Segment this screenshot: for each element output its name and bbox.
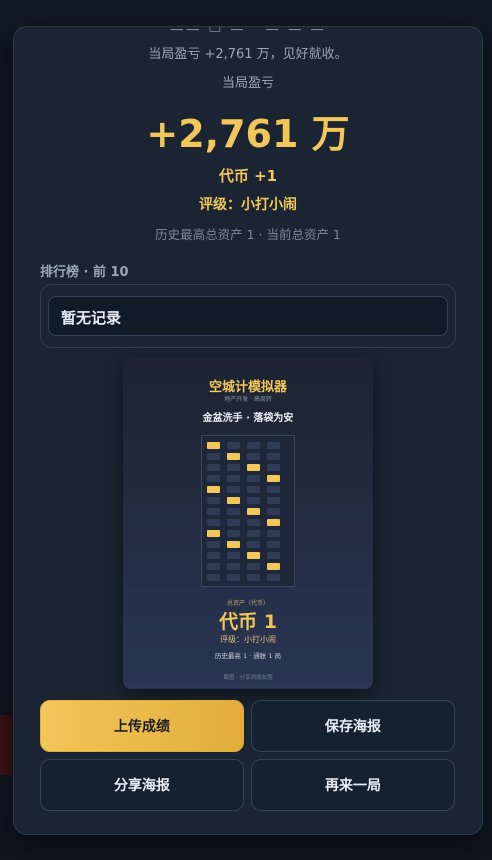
poster-grid-cell xyxy=(267,464,280,471)
background-red-strip xyxy=(0,715,12,775)
poster-grid-cell xyxy=(227,530,240,537)
poster-grid-cell xyxy=(227,541,240,548)
poster-title: 空城计模拟器 xyxy=(208,380,287,395)
grade-text: 评级：小打小闹 xyxy=(199,197,297,213)
poster-grid-cell xyxy=(267,453,280,460)
poster-grid-cell xyxy=(247,530,260,537)
leaderboard-title: 排行榜 · 前 10 xyxy=(40,265,129,280)
poster-grid-cell xyxy=(227,574,240,581)
poster-grid-cell xyxy=(227,486,240,493)
leaderboard-empty-text: 暂无记录 xyxy=(61,309,122,327)
poster-grid-cell xyxy=(267,519,280,526)
result-subtitle: 当局盈亏 +2,761 万，见好就收。 xyxy=(148,47,348,62)
leaderboard-panel: 暂无记录 xyxy=(40,284,456,348)
poster-grid-cell xyxy=(207,442,220,449)
poster-grid-cell xyxy=(267,508,280,515)
poster-grid-cell xyxy=(207,574,220,581)
poster-grid-cell xyxy=(267,574,280,581)
poster-grid-cell xyxy=(207,497,220,504)
poster-grid-cell xyxy=(247,541,260,548)
poster-grid-cell xyxy=(247,453,260,460)
poster-grid-cell xyxy=(207,475,220,482)
poster-grid-cell xyxy=(227,442,240,449)
play-again-button[interactable]: 再来一局 xyxy=(251,759,455,811)
asset-history: 历史最高总资产 1 · 当前总资产 1 xyxy=(155,227,341,242)
poster-slogan: 金盆洗手 · 落袋为安 xyxy=(202,413,294,424)
poster-grid-cell xyxy=(227,475,240,482)
poster-grid-cell xyxy=(207,486,220,493)
save-poster-button[interactable]: 保存海报 xyxy=(251,700,455,752)
poster-grid-cell xyxy=(207,552,220,559)
pnl-label: 当局盈亏 xyxy=(221,76,274,91)
leaderboard-empty-row: 暂无记录 xyxy=(48,296,448,336)
poster-grid-cell xyxy=(227,508,240,515)
poster-history: 历史最高 1 · 通胀 1 局 xyxy=(214,652,282,660)
poster-grid-cell xyxy=(207,464,220,471)
result-modal: 三三 □ 三 · 三 三 三 当局盈亏 +2,761 万，见好就收。 当局盈亏 … xyxy=(13,26,483,835)
poster-grid-cell xyxy=(247,563,260,570)
poster-grid-cell xyxy=(247,519,260,526)
poster-grid-cell xyxy=(267,530,280,537)
share-poster-button[interactable]: 分享海报 xyxy=(40,759,244,811)
poster-grid-cell xyxy=(267,475,280,482)
poster-footer: 截图 · 分享到朋友圈 xyxy=(223,675,273,681)
share-poster: 空城计模拟器 地产开发 · 高周转 金盆洗手 · 落袋为安 总资产（代币） 代币… xyxy=(123,357,373,689)
poster-grid-cell xyxy=(247,442,260,449)
poster-grid-cell xyxy=(207,508,220,515)
poster-grid-cell xyxy=(227,552,240,559)
coin-reward: 代币 +1 xyxy=(218,167,278,185)
poster-grid-cell xyxy=(247,552,260,559)
poster-grid-cell xyxy=(227,497,240,504)
poster-grid-cell xyxy=(207,530,220,537)
poster-subtitle: 地产开发 · 高周转 xyxy=(224,396,272,403)
poster-grid-cell xyxy=(267,552,280,559)
poster-grid-cell xyxy=(207,541,220,548)
poster-grade: 评级：小打小闹 xyxy=(220,635,276,644)
poster-grid-cell xyxy=(207,563,220,570)
poster-grid-cell xyxy=(247,574,260,581)
poster-grid-cell xyxy=(227,519,240,526)
poster-grid-cell xyxy=(267,497,280,504)
poster-grid-cell xyxy=(267,563,280,570)
poster-grid-cell xyxy=(247,475,260,482)
poster-building-grid xyxy=(201,435,295,587)
poster-grid-cell xyxy=(227,563,240,570)
poster-grid-cell xyxy=(207,453,220,460)
poster-grid-cell xyxy=(207,519,220,526)
poster-grid-cell xyxy=(247,497,260,504)
poster-grid-cell xyxy=(267,442,280,449)
poster-grid-cell xyxy=(267,541,280,548)
poster-grid-cell xyxy=(227,453,240,460)
poster-grid-cell xyxy=(267,486,280,493)
poster-grid-cell xyxy=(227,464,240,471)
upload-score-button[interactable]: 上传成绩 xyxy=(40,700,244,752)
poster-grid-cell xyxy=(247,486,260,493)
poster-coin-value: 代币 1 xyxy=(219,611,277,633)
poster-grid-cell xyxy=(247,464,260,471)
pnl-value: +2,761 万 xyxy=(146,112,350,156)
modal-title-cut: 三三 □ 三 · 三 三 三 xyxy=(169,26,327,34)
poster-grid-cell xyxy=(247,508,260,515)
poster-asset-label: 总资产（代币） xyxy=(226,600,269,607)
